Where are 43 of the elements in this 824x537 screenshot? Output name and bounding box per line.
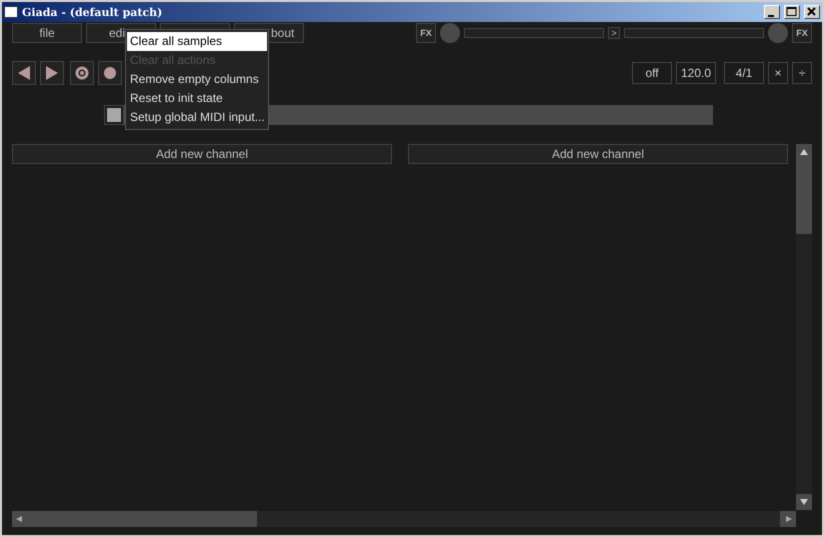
input-fx-button[interactable]: FX (416, 23, 436, 43)
up-arrow-icon (800, 149, 808, 155)
beats-button[interactable]: 4/1 (724, 62, 764, 84)
add-channel-button[interactable]: Add new channel (12, 144, 392, 164)
scroll-right-button[interactable] (780, 511, 796, 527)
play-icon (46, 66, 58, 80)
maximize-button[interactable] (784, 5, 800, 19)
record-actions-button[interactable] (70, 61, 94, 85)
window-title: Giada - (default patch) (22, 6, 164, 18)
maximize-icon (785, 6, 799, 18)
scrollbar-thumb[interactable] (796, 160, 812, 234)
multiply-button[interactable]: × (768, 62, 788, 84)
minimize-button[interactable] (764, 5, 780, 19)
menu-item[interactable]: Clear all samples (127, 32, 267, 51)
down-arrow-icon (800, 499, 808, 505)
close-button[interactable] (804, 5, 820, 19)
output-fx-button[interactable]: FX (792, 23, 812, 43)
app-icon (4, 6, 18, 18)
menu-item[interactable]: Reset to init state (127, 89, 267, 108)
rewind-button[interactable] (12, 61, 36, 85)
menu-item[interactable]: Remove empty columns (127, 70, 267, 89)
scrollbar-thumb[interactable] (12, 511, 257, 527)
bpm-button[interactable]: 120.0 (676, 62, 716, 84)
scroll-down-button[interactable] (796, 494, 812, 510)
dot-icon (103, 66, 117, 80)
left-arrow-icon (16, 516, 24, 522)
menu-item[interactable]: Setup global MIDI input... (127, 108, 267, 127)
route-button[interactable]: > (608, 27, 620, 39)
right-arrow-icon (784, 516, 792, 522)
minimize-icon (768, 14, 774, 16)
menu-button[interactable]: file (12, 23, 82, 43)
add-channel-button[interactable]: Add new channel (408, 144, 788, 164)
quantize-button[interactable]: off (632, 62, 672, 84)
divide-button[interactable]: ÷ (792, 62, 812, 84)
ring-icon (75, 66, 89, 80)
input-volume-knob[interactable] (440, 23, 460, 43)
scroll-up-button[interactable] (796, 144, 812, 160)
horizontal-scrollbar[interactable] (12, 511, 796, 527)
left-triangle-icon (18, 66, 30, 80)
record-input-button[interactable] (98, 61, 122, 85)
vertical-scrollbar[interactable] (796, 144, 812, 510)
metronome-toggle[interactable] (104, 105, 124, 125)
play-button[interactable] (40, 61, 64, 85)
